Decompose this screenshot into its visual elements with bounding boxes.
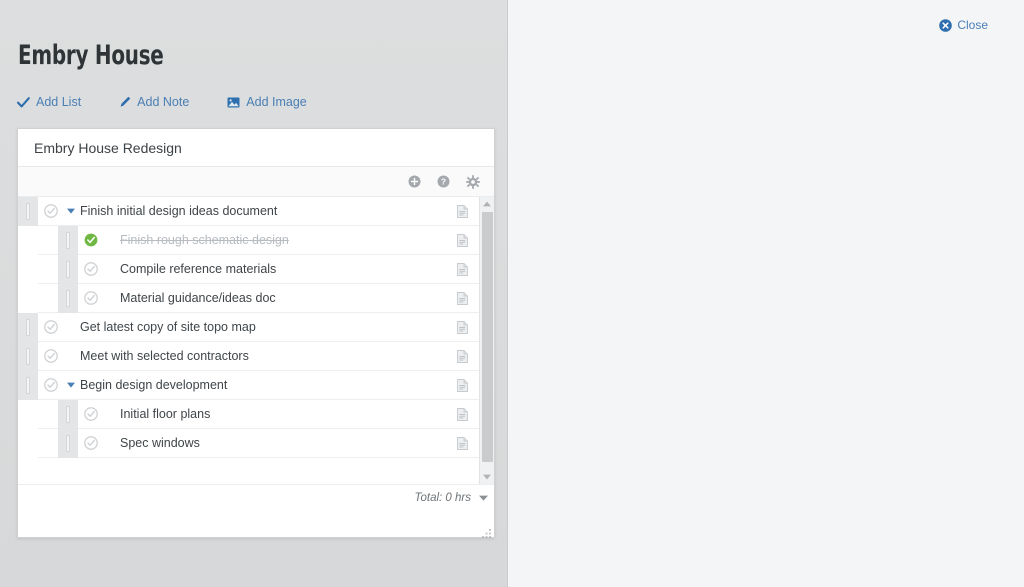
complete-toggle-icon[interactable] <box>78 436 104 450</box>
drag-handle[interactable] <box>18 312 38 342</box>
project-panel: Embry House Add List Add Note Add Image … <box>0 0 508 587</box>
note-document-icon[interactable] <box>445 262 479 276</box>
add-note-label: Add Note <box>137 95 190 109</box>
list-item-label: Begin design development <box>80 378 228 392</box>
list-card-header: Embry House Redesign <box>18 129 494 167</box>
list-card-title: Embry House Redesign <box>34 139 182 156</box>
list-item-row[interactable]: Initial floor plans <box>18 399 479 429</box>
scroll-up-icon[interactable] <box>483 197 491 210</box>
note-document-icon[interactable] <box>445 436 479 450</box>
note-document-icon[interactable] <box>445 407 479 421</box>
card-empty-area <box>18 511 494 538</box>
drag-handle[interactable] <box>18 341 38 371</box>
complete-toggle-icon[interactable] <box>78 262 104 276</box>
list-item-label: Spec windows <box>120 436 200 450</box>
note-document-icon[interactable] <box>445 233 479 247</box>
scroll-down-icon[interactable] <box>483 471 491 484</box>
list-item-label: Compile reference materials <box>120 262 277 276</box>
complete-toggle-icon[interactable] <box>78 291 104 305</box>
add-image-label: Add Image <box>246 95 307 109</box>
details-panel: LIST ITEM DETAILS Finish rough schematic… <box>508 0 1024 587</box>
page-title: Embry House <box>18 40 164 71</box>
list-item-label: Finish initial design ideas document <box>80 204 278 218</box>
complete-toggle-icon[interactable] <box>38 204 64 218</box>
resize-grip-icon[interactable] <box>482 525 491 538</box>
note-document-icon[interactable] <box>445 378 479 392</box>
complete-toggle-icon[interactable] <box>38 320 64 334</box>
drag-handle[interactable] <box>18 370 38 400</box>
list-item-label: Initial floor plans <box>120 407 211 421</box>
close-label: Close <box>957 18 988 32</box>
scrollbar-track[interactable] <box>480 210 495 471</box>
add-circle-icon[interactable] <box>408 175 421 188</box>
help-circle-icon[interactable]: ? <box>437 175 450 188</box>
list-item-row[interactable]: Material guidance/ideas doc <box>18 283 479 313</box>
complete-toggle-icon[interactable] <box>78 407 104 421</box>
close-button[interactable]: Close <box>939 18 988 32</box>
add-note-button[interactable]: Add Note <box>119 95 189 109</box>
list-footer: Total: 0 hrs <box>18 483 494 512</box>
add-image-button[interactable]: Add Image <box>227 95 307 109</box>
scrollbar-thumb[interactable] <box>481 212 493 462</box>
note-document-icon[interactable] <box>445 349 479 363</box>
svg-text:?: ? <box>441 177 446 187</box>
close-icon <box>939 18 953 32</box>
drag-handle[interactable] <box>58 399 78 429</box>
pencil-icon <box>119 96 131 108</box>
total-dropdown-caret-icon[interactable] <box>479 495 488 501</box>
total-hours-label: Total: 0 hrs <box>414 492 471 504</box>
collapse-caret-icon[interactable] <box>64 208 78 214</box>
image-icon <box>227 97 240 108</box>
list-item-row[interactable]: Meet with selected contractors <box>18 341 479 371</box>
list-item-label: Finish rough schematic design <box>120 233 289 247</box>
list-card: Embry House Redesign ? Finish initial de… <box>17 128 495 538</box>
complete-toggle-icon[interactable] <box>38 378 64 392</box>
list-item-row[interactable]: Compile reference materials <box>18 254 479 284</box>
check-icon <box>17 96 30 108</box>
drag-handle[interactable] <box>58 283 78 313</box>
drag-handle[interactable] <box>58 428 78 458</box>
list-scrollbar[interactable] <box>479 197 494 484</box>
gear-icon[interactable] <box>466 174 480 189</box>
add-list-label: Add List <box>36 95 82 109</box>
list-item-label: Material guidance/ideas doc <box>120 291 276 305</box>
complete-toggle-icon[interactable] <box>38 349 64 363</box>
list-body: Finish initial design ideas document Fin… <box>18 197 494 484</box>
list-item-row[interactable]: Spec windows <box>18 428 479 458</box>
note-document-icon[interactable] <box>445 320 479 334</box>
list-card-toolbar: ? <box>18 167 494 197</box>
drag-handle[interactable] <box>58 225 78 255</box>
list-item-label: Meet with selected contractors <box>80 349 249 363</box>
complete-toggle-icon[interactable] <box>78 233 104 247</box>
list-item-row[interactable]: Finish rough schematic design <box>18 225 479 255</box>
add-list-button[interactable]: Add List <box>17 95 81 109</box>
note-document-icon[interactable] <box>445 291 479 305</box>
note-document-icon[interactable] <box>445 204 479 218</box>
list-item-label: Get latest copy of site topo map <box>80 320 256 334</box>
list-rows: Finish initial design ideas document Fin… <box>18 197 479 484</box>
collapse-caret-icon[interactable] <box>64 382 78 388</box>
drag-handle[interactable] <box>58 254 78 284</box>
list-item-row[interactable]: Begin design development <box>18 370 479 400</box>
list-item-row[interactable]: Get latest copy of site topo map <box>18 312 479 342</box>
drag-handle[interactable] <box>18 197 38 226</box>
list-item-row[interactable]: Finish initial design ideas document <box>18 197 479 226</box>
action-bar: Add List Add Note Add Image <box>17 95 345 109</box>
